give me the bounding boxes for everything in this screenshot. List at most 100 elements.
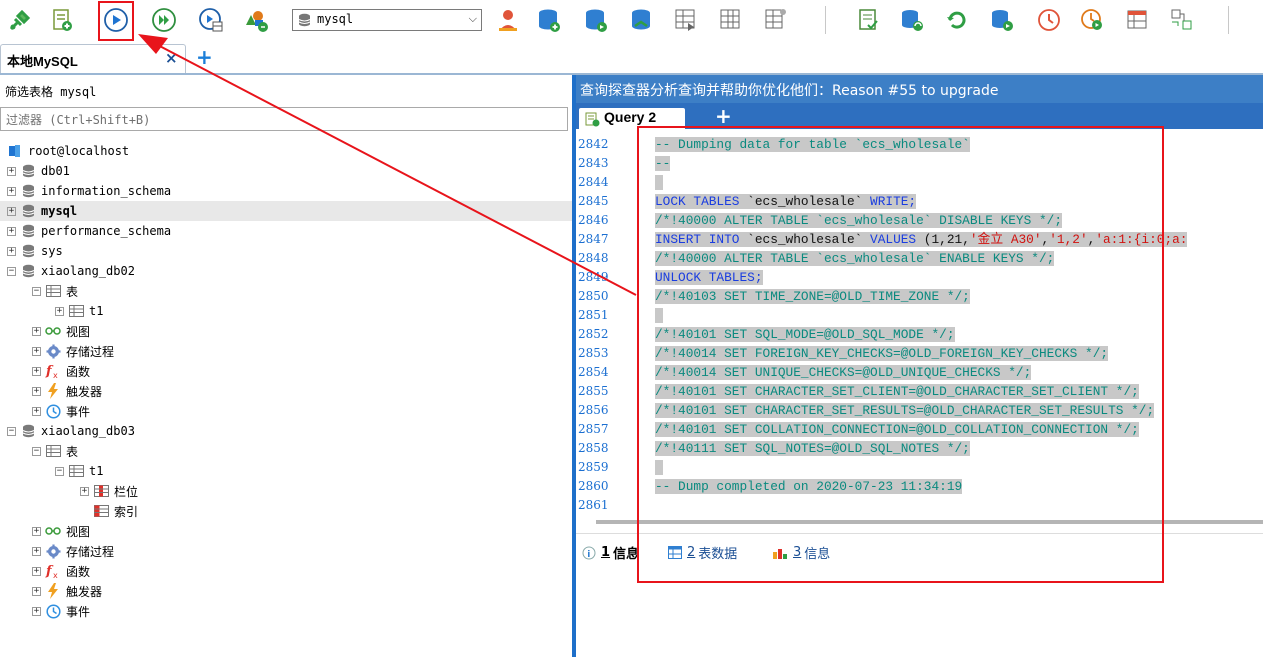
database-icon xyxy=(20,263,36,279)
expand-icon[interactable]: + xyxy=(7,186,16,196)
expand-icon[interactable]: + xyxy=(32,546,41,556)
tree-item-label: mysql xyxy=(41,204,78,218)
schedule-icon[interactable] xyxy=(1035,6,1063,34)
tree-item-label: performance_schema xyxy=(41,224,172,238)
tree-item-label: information_schema xyxy=(41,184,172,198)
server-icon xyxy=(7,143,23,159)
expand-icon[interactable]: + xyxy=(7,206,16,216)
tree-item-label: t1 xyxy=(89,464,104,478)
expand-icon[interactable]: + xyxy=(32,386,41,396)
collapse-icon[interactable]: − xyxy=(32,446,41,456)
add-query-tab-button[interactable]: + xyxy=(715,104,732,128)
function-icon: fx xyxy=(45,563,61,579)
collapse-icon[interactable]: − xyxy=(7,426,16,436)
tree-item[interactable]: − xiaolang_db02 xyxy=(0,261,572,281)
user-icon[interactable] xyxy=(494,6,522,34)
db-add-icon[interactable] xyxy=(535,6,563,34)
toolbar-divider xyxy=(1228,6,1229,34)
trigger-icon xyxy=(45,583,61,599)
add-connection-tab-button[interactable]: + xyxy=(196,45,213,69)
connection-tab[interactable]: 本地MySQL × xyxy=(0,44,186,74)
new-connection-icon[interactable] xyxy=(6,6,34,34)
report-icon[interactable] xyxy=(855,6,883,34)
tree-item[interactable]: + 视图 xyxy=(0,521,572,541)
compare-icon[interactable] xyxy=(1168,6,1196,34)
tree-item[interactable]: − t1 xyxy=(0,461,572,481)
columns-icon xyxy=(93,483,109,499)
connection-tabs: 本地MySQL × + xyxy=(0,44,1263,74)
tree-item-label: 存储过程 xyxy=(66,344,115,359)
refresh-icon[interactable] xyxy=(943,6,971,34)
expand-icon[interactable]: + xyxy=(32,366,41,376)
tree-item[interactable]: + 触发器 xyxy=(0,581,572,601)
filter-input[interactable]: 过滤器 (Ctrl+Shift+B) xyxy=(0,107,568,131)
connection-select[interactable]: mysql ⌵ xyxy=(292,9,482,31)
tree-item[interactable]: + 栏位 xyxy=(0,481,572,501)
tree-item-label: 事件 xyxy=(66,404,91,419)
expand-icon[interactable]: + xyxy=(32,406,41,416)
close-icon[interactable]: × xyxy=(165,49,178,67)
sync-icon[interactable] xyxy=(898,6,926,34)
tree-item[interactable]: + f x 函数 xyxy=(0,361,572,381)
tree-item[interactable]: + db01 xyxy=(0,161,572,181)
expand-icon[interactable]: + xyxy=(32,326,41,336)
tree-item[interactable]: + 视图 xyxy=(0,321,572,341)
tree-item[interactable]: + 存储过程 xyxy=(0,341,572,361)
database-icon xyxy=(20,163,36,179)
table-design-icon[interactable] xyxy=(672,6,700,34)
tree-item[interactable]: + t1 xyxy=(0,301,572,321)
expand-icon[interactable]: + xyxy=(32,346,41,356)
tree-item[interactable]: + performance_schema xyxy=(0,221,572,241)
tree-item[interactable]: + mysql xyxy=(0,201,572,221)
expand-icon[interactable]: + xyxy=(7,166,16,176)
db-refresh-icon[interactable] xyxy=(582,6,610,34)
tree-item-label: 事件 xyxy=(66,604,91,619)
collapse-icon[interactable]: − xyxy=(32,286,41,296)
schema-icon[interactable] xyxy=(242,6,270,34)
tree-item-label: 触发器 xyxy=(66,384,103,399)
tree-item[interactable]: + 触发器 xyxy=(0,381,572,401)
expand-icon[interactable]: + xyxy=(32,586,41,596)
run-all-icon[interactable] xyxy=(150,6,178,34)
backup-icon[interactable] xyxy=(988,6,1016,34)
tree-item-label: sys xyxy=(41,244,63,258)
tree-item[interactable]: − 表 xyxy=(0,281,572,301)
database-icon xyxy=(20,203,36,219)
expand-icon[interactable]: + xyxy=(32,526,41,536)
db-remove-icon[interactable] xyxy=(628,6,656,34)
layout-icon[interactable] xyxy=(1124,6,1152,34)
tree-item[interactable]: − xiaolang_db03 xyxy=(0,421,572,441)
expand-icon[interactable]: + xyxy=(7,226,16,236)
svg-text:x: x xyxy=(53,571,58,579)
table-grid-icon[interactable] xyxy=(717,6,745,34)
expand-icon[interactable]: + xyxy=(55,306,64,316)
tree-item[interactable]: + f x 函数 xyxy=(0,561,572,581)
filter-label: 筛选表格 mysql xyxy=(5,85,97,99)
expand-icon[interactable]: + xyxy=(32,566,41,576)
execute-icon[interactable] xyxy=(1078,6,1106,34)
expand-icon[interactable]: + xyxy=(32,606,41,616)
result-tab-1[interactable]: i 1 信息 xyxy=(582,543,639,562)
new-query-icon[interactable] xyxy=(48,6,76,34)
tree-item[interactable]: + information_schema xyxy=(0,181,572,201)
hint-bar[interactable]: 查询探查器分析查询并帮助你优化他们：Reason #55 to upgrade xyxy=(576,75,1263,103)
tree-item[interactable]: + 存储过程 xyxy=(0,541,572,561)
tree-item[interactable]: root@localhost xyxy=(0,141,572,161)
collapse-icon[interactable]: − xyxy=(7,266,16,276)
expand-icon[interactable]: + xyxy=(7,246,16,256)
tree-item[interactable]: + 事件 xyxy=(0,401,572,421)
run-selected-icon[interactable] xyxy=(197,6,225,34)
tree-item-label: xiaolang_db03 xyxy=(41,424,135,438)
chevron-down-icon: ⌵ xyxy=(468,12,477,25)
collapse-icon[interactable]: − xyxy=(55,466,64,476)
tree-item[interactable]: + sys xyxy=(0,241,572,261)
tree-item[interactable]: 索引 xyxy=(0,501,572,521)
table-export-icon[interactable] xyxy=(762,6,790,34)
procedure-icon xyxy=(45,543,61,559)
expand-icon[interactable]: + xyxy=(80,486,89,496)
tree-item-label: 视图 xyxy=(66,524,91,539)
database-icon xyxy=(298,13,311,31)
tree-item[interactable]: − 表 xyxy=(0,441,572,461)
tree-item[interactable]: + 事件 xyxy=(0,601,572,621)
